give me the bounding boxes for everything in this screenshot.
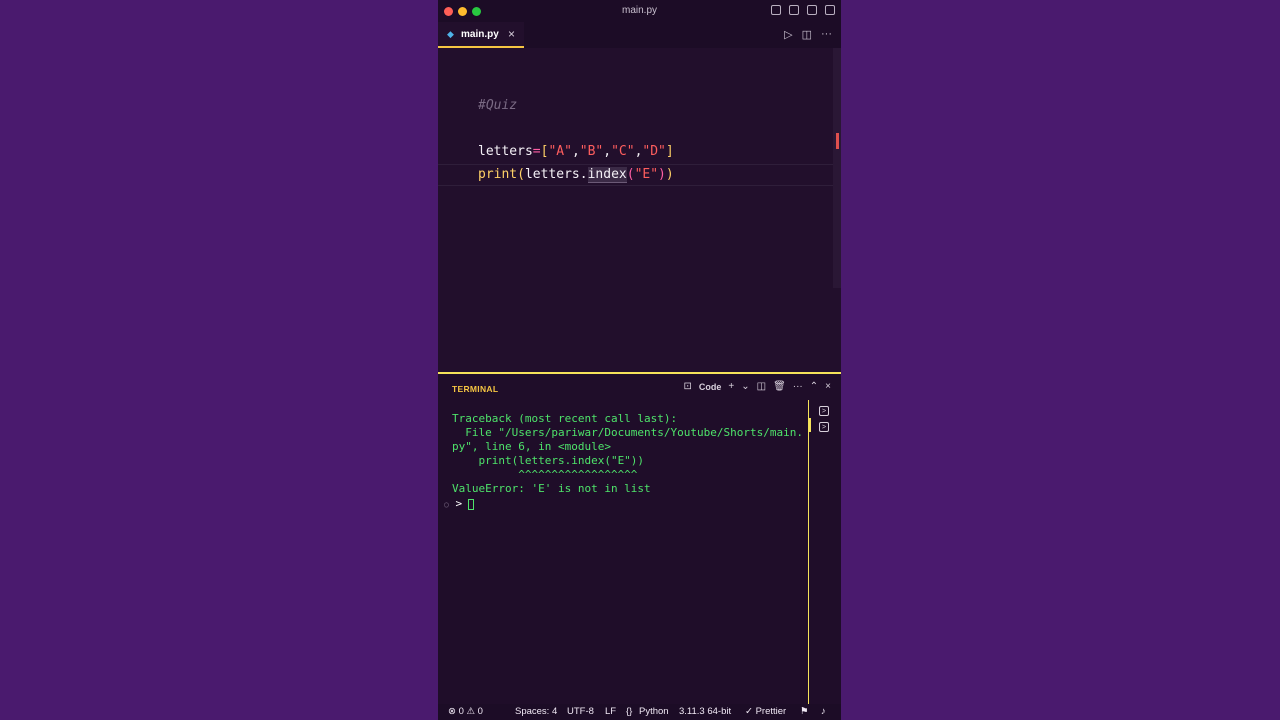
code-token: , [571, 144, 580, 159]
new-terminal-icon[interactable]: + [728, 381, 734, 392]
active-terminal-indicator [809, 418, 811, 432]
tab-terminal[interactable]: TERMINAL [452, 384, 498, 394]
code-token: "A" [548, 144, 572, 159]
code-token: print [478, 167, 518, 182]
terminal-panel: TERMINAL ⊡ Code + ⌄ ◫ 🗑 ··· ⌃ × Tracebac… [438, 372, 841, 708]
indentation-indicator[interactable]: Spaces: 4 [515, 706, 557, 717]
code-token: ( [517, 167, 525, 182]
code-token: letters [478, 144, 533, 159]
editor-scrollbar[interactable] [833, 48, 841, 288]
toggle-secondary-sidebar-icon[interactable] [807, 5, 817, 15]
code-token: ) [665, 167, 674, 182]
chevron-down-icon[interactable]: ⌄ [741, 381, 749, 392]
trash-icon[interactable]: 🗑 [773, 381, 786, 392]
code-token: "E" [634, 167, 659, 182]
split-terminal-icon[interactable]: ◫ [757, 381, 766, 392]
terminal-shell-label[interactable]: Code [699, 382, 722, 392]
feedback-icon[interactable]: ⚑ [800, 706, 809, 717]
close-panel-icon[interactable]: × [825, 381, 831, 392]
code-token: , [603, 144, 612, 159]
terminal-output: Traceback (most recent call last): File … [452, 412, 803, 495]
toggle-panel-icon[interactable] [789, 5, 799, 15]
code-token: "C" [611, 144, 635, 159]
encoding-indicator[interactable]: UTF-8 [567, 706, 594, 717]
tab-bar: ◆ main.py × ▷ ◫ ··· [438, 22, 841, 48]
status-bar: ⊗ 0 ⚠ 0 Spaces: 4 UTF-8 LF {} Python 3.1… [438, 704, 841, 720]
code-token: "B" [579, 144, 604, 159]
code-line-letters: letters=["A","B","C","D"] [478, 144, 674, 159]
terminal-list: > > [808, 400, 841, 708]
terminal-instance-icon[interactable]: > [819, 422, 829, 432]
panel-header: TERMINAL ⊡ Code + ⌄ ◫ 🗑 ··· ⌃ × [438, 374, 841, 400]
code-token: ( [626, 167, 635, 182]
terminal-shell-icon: ⊡ [683, 381, 692, 392]
code-token: index [587, 167, 627, 183]
terminal-cursor [468, 498, 475, 510]
braces-icon: {} [626, 706, 633, 717]
python-file-icon: ◆ [447, 29, 454, 39]
prompt-dot-icon: ○ [444, 500, 449, 509]
code-token: ) [658, 167, 666, 182]
layout-controls [771, 5, 835, 15]
terminal-prompt[interactable]: ○ > [444, 497, 475, 510]
tab-label: main.py [461, 29, 499, 40]
code-token: = [532, 144, 541, 159]
language-indicator[interactable]: Python [639, 706, 669, 717]
terminal-actions: ⊡ Code + ⌄ ◫ 🗑 ··· ⌃ × [683, 381, 831, 392]
code-line-print: print(letters.index("E")) [478, 167, 674, 183]
vscode-window: main.py ◆ main.py × ▷ ◫ ··· #Quiz letter… [438, 0, 841, 720]
prompt-symbol: > [455, 497, 463, 510]
code-token: ] [665, 144, 674, 159]
editor-actions: ▷ ◫ ··· [784, 28, 832, 41]
tab-main-py[interactable]: ◆ main.py × [438, 22, 524, 48]
code-token: letters. [524, 167, 588, 182]
customize-layout-icon[interactable] [825, 5, 835, 15]
scrollbar-marker [836, 133, 839, 149]
interpreter-indicator[interactable]: 3.11.3 64-bit [679, 706, 731, 717]
more-actions-icon[interactable]: ··· [821, 28, 832, 41]
run-icon[interactable]: ▷ [784, 28, 792, 41]
maximize-panel-icon[interactable]: ⌃ [810, 381, 818, 392]
more-actions-icon[interactable]: ··· [793, 381, 803, 392]
code-comment: #Quiz [478, 98, 518, 113]
toggle-sidebar-icon[interactable] [771, 5, 781, 15]
split-editor-icon[interactable]: ◫ [802, 28, 812, 41]
terminal-instance-icon[interactable]: > [819, 406, 829, 416]
code-editor[interactable]: #Quiz letters=["A","B","C","D"] print(le… [438, 48, 841, 372]
prettier-indicator[interactable]: ✓ Prettier [745, 706, 786, 717]
eol-indicator[interactable]: LF [605, 706, 616, 717]
bell-icon[interactable]: ♪ [821, 706, 826, 717]
close-tab-icon[interactable]: × [508, 27, 515, 41]
code-token: "D" [642, 144, 666, 159]
problems-indicator[interactable]: ⊗ 0 ⚠ 0 [448, 706, 483, 717]
title-bar: main.py [438, 0, 841, 22]
